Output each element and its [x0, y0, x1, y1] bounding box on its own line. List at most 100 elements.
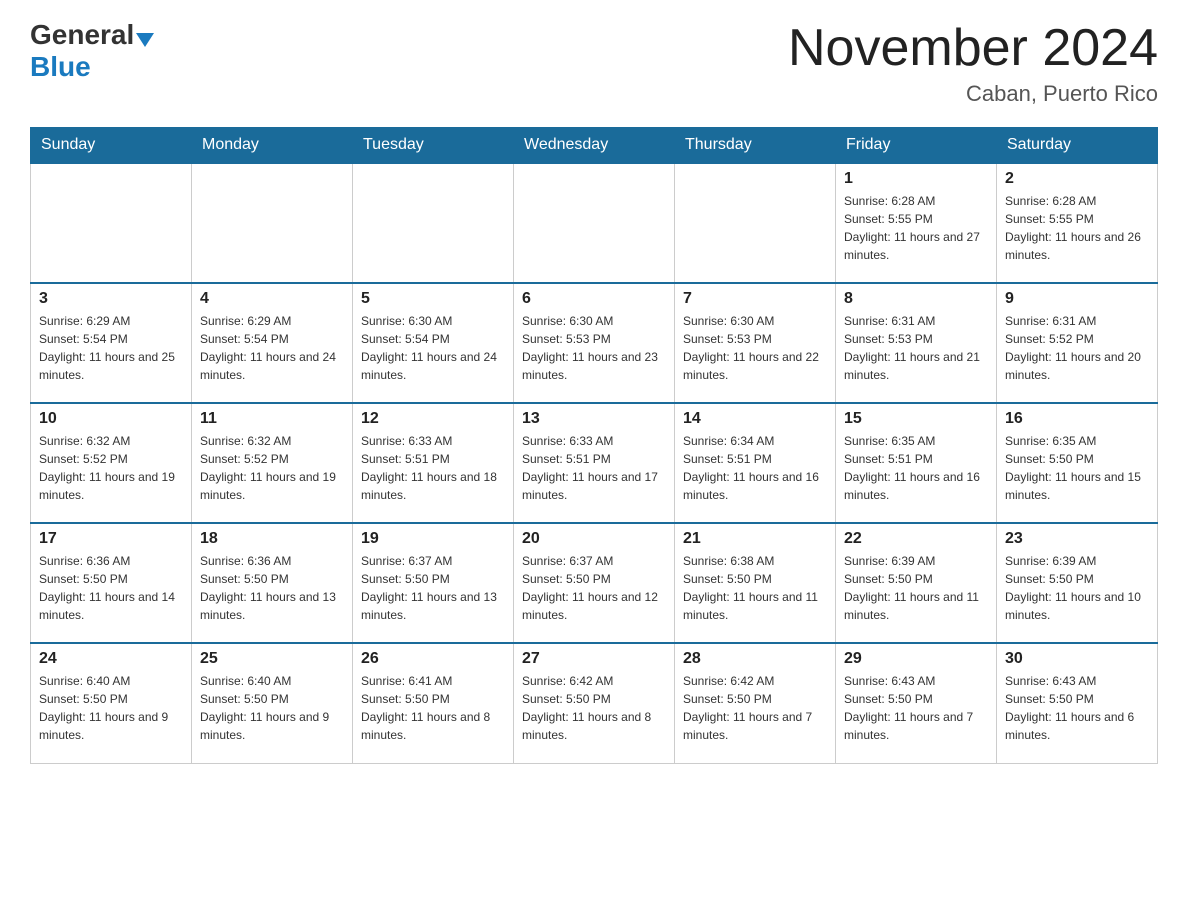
day-number: 27	[522, 650, 666, 668]
calendar-cell: 18 Sunrise: 6:36 AM Sunset: 5:50 PM Dayli…	[192, 523, 353, 643]
day-info: Sunrise: 6:29 AM Sunset: 5:54 PM Dayligh…	[39, 312, 183, 384]
day-info: Sunrise: 6:43 AM Sunset: 5:50 PM Dayligh…	[1005, 672, 1149, 744]
day-info: Sunrise: 6:30 AM Sunset: 5:53 PM Dayligh…	[522, 312, 666, 384]
calendar-cell: 6Sunrise: 6:30 AM Sunset: 5:53 PM Daylig…	[514, 283, 675, 403]
calendar-table: SundayMondayTuesdayWednesdayThursdayFrid…	[30, 127, 1158, 764]
day-number: 15	[844, 410, 988, 428]
day-number: 30	[1005, 650, 1149, 668]
day-number: 28	[683, 650, 827, 668]
logo-general-text: General	[30, 19, 134, 50]
weekday-header-tuesday: Tuesday	[353, 128, 514, 164]
calendar-cell	[192, 163, 353, 283]
day-number: 13	[522, 410, 666, 428]
calendar-cell: 17 Sunrise: 6:36 AM Sunset: 5:50 PM Dayli…	[31, 523, 192, 643]
calendar-cell: 28 Sunrise: 6:42 AM Sunset: 5:50 PM Dayli…	[675, 643, 836, 763]
calendar-cell: 2Sunrise: 6:28 AM Sunset: 5:55 PM Daylig…	[997, 163, 1158, 283]
calendar-cell: 9 Sunrise: 6:31 AM Sunset: 5:52 PM Daylig…	[997, 283, 1158, 403]
day-number: 16	[1005, 410, 1149, 428]
day-info: Sunrise: 6:39 AM Sunset: 5:50 PM Dayligh…	[844, 552, 988, 624]
day-number: 23	[1005, 530, 1149, 548]
day-number: 19	[361, 530, 505, 548]
calendar-cell: 16 Sunrise: 6:35 AM Sunset: 5:50 PM Dayli…	[997, 403, 1158, 523]
calendar-cell: 14Sunrise: 6:34 AM Sunset: 5:51 PM Dayli…	[675, 403, 836, 523]
weekday-header-monday: Monday	[192, 128, 353, 164]
day-info: Sunrise: 6:37 AM Sunset: 5:50 PM Dayligh…	[522, 552, 666, 624]
weekday-header-thursday: Thursday	[675, 128, 836, 164]
calendar-cell	[353, 163, 514, 283]
calendar-cell: 21 Sunrise: 6:38 AM Sunset: 5:50 PM Dayli…	[675, 523, 836, 643]
calendar-cell: 4 Sunrise: 6:29 AM Sunset: 5:54 PM Daylig…	[192, 283, 353, 403]
day-number: 18	[200, 530, 344, 548]
calendar-cell: 7 Sunrise: 6:30 AM Sunset: 5:53 PM Daylig…	[675, 283, 836, 403]
weekday-header-friday: Friday	[836, 128, 997, 164]
calendar-cell: 15 Sunrise: 6:35 AM Sunset: 5:51 PM Dayli…	[836, 403, 997, 523]
day-number: 21	[683, 530, 827, 548]
day-number: 26	[361, 650, 505, 668]
calendar-cell: 10Sunrise: 6:32 AM Sunset: 5:52 PM Dayli…	[31, 403, 192, 523]
day-number: 10	[39, 410, 183, 428]
calendar-cell: 3Sunrise: 6:29 AM Sunset: 5:54 PM Daylig…	[31, 283, 192, 403]
day-info: Sunrise: 6:37 AM Sunset: 5:50 PM Dayligh…	[361, 552, 505, 624]
day-info: Sunrise: 6:33 AM Sunset: 5:51 PM Dayligh…	[361, 432, 505, 504]
day-info: Sunrise: 6:38 AM Sunset: 5:50 PM Dayligh…	[683, 552, 827, 624]
day-info: Sunrise: 6:30 AM Sunset: 5:53 PM Dayligh…	[683, 312, 827, 384]
weekday-header-row: SundayMondayTuesdayWednesdayThursdayFrid…	[31, 128, 1158, 164]
day-info: Sunrise: 6:30 AM Sunset: 5:54 PM Dayligh…	[361, 312, 505, 384]
day-info: Sunrise: 6:43 AM Sunset: 5:50 PM Dayligh…	[844, 672, 988, 744]
page-subtitle: Caban, Puerto Rico	[788, 81, 1158, 107]
day-info: Sunrise: 6:40 AM Sunset: 5:50 PM Dayligh…	[39, 672, 183, 744]
day-number: 7	[683, 290, 827, 308]
day-number: 4	[200, 290, 344, 308]
week-row-2: 3Sunrise: 6:29 AM Sunset: 5:54 PM Daylig…	[31, 283, 1158, 403]
logo: General Blue	[30, 20, 154, 83]
day-info: Sunrise: 6:35 AM Sunset: 5:51 PM Dayligh…	[844, 432, 988, 504]
week-row-3: 10 Sunrise: 6:32 AM Sunset: 5:52 PM Dayli…	[31, 403, 1158, 523]
day-info: Sunrise: 6:28 AM Sunset: 5:55 PM Dayligh…	[844, 192, 988, 264]
calendar-cell: 22Sunrise: 6:39 AM Sunset: 5:50 PM Dayli…	[836, 523, 997, 643]
day-number: 29	[844, 650, 988, 668]
calendar-cell	[31, 163, 192, 283]
day-info: Sunrise: 6:36 AM Sunset: 5:50 PM Dayligh…	[200, 552, 344, 624]
title-area: November 2024 Caban, Puerto Rico	[788, 20, 1158, 107]
day-number: 8	[844, 290, 988, 308]
day-number: 11	[200, 410, 344, 428]
weekday-header-sunday: Sunday	[31, 128, 192, 164]
day-info: Sunrise: 6:31 AM Sunset: 5:52 PM Dayligh…	[1005, 312, 1149, 384]
calendar-cell: 8 Sunrise: 6:31 AM Sunset: 5:53 PM Daylig…	[836, 283, 997, 403]
calendar-cell: 1 Sunrise: 6:28 AM Sunset: 5:55 PM Daylig…	[836, 163, 997, 283]
day-number: 17	[39, 530, 183, 548]
day-info: Sunrise: 6:35 AM Sunset: 5:50 PM Dayligh…	[1005, 432, 1149, 504]
week-row-4: 17 Sunrise: 6:36 AM Sunset: 5:50 PM Dayli…	[31, 523, 1158, 643]
logo-top-line: General	[30, 20, 154, 51]
calendar-cell: 26Sunrise: 6:41 AM Sunset: 5:50 PM Dayli…	[353, 643, 514, 763]
calendar-cell: 29 Sunrise: 6:43 AM Sunset: 5:50 PM Dayli…	[836, 643, 997, 763]
calendar-cell: 27 Sunrise: 6:42 AM Sunset: 5:50 PM Dayli…	[514, 643, 675, 763]
day-info: Sunrise: 6:42 AM Sunset: 5:50 PM Dayligh…	[522, 672, 666, 744]
day-info: Sunrise: 6:36 AM Sunset: 5:50 PM Dayligh…	[39, 552, 183, 624]
day-number: 12	[361, 410, 505, 428]
day-number: 5	[361, 290, 505, 308]
day-info: Sunrise: 6:32 AM Sunset: 5:52 PM Dayligh…	[200, 432, 344, 504]
week-row-1: 1 Sunrise: 6:28 AM Sunset: 5:55 PM Daylig…	[31, 163, 1158, 283]
day-number: 24	[39, 650, 183, 668]
calendar-cell: 19 Sunrise: 6:37 AM Sunset: 5:50 PM Dayli…	[353, 523, 514, 643]
page-title: November 2024	[788, 20, 1158, 77]
calendar-cell: 12 Sunrise: 6:33 AM Sunset: 5:51 PM Dayli…	[353, 403, 514, 523]
day-info: Sunrise: 6:40 AM Sunset: 5:50 PM Dayligh…	[200, 672, 344, 744]
day-number: 1	[844, 170, 988, 188]
day-info: Sunrise: 6:31 AM Sunset: 5:53 PM Dayligh…	[844, 312, 988, 384]
day-number: 25	[200, 650, 344, 668]
day-info: Sunrise: 6:29 AM Sunset: 5:54 PM Dayligh…	[200, 312, 344, 384]
logo-blue-text: Blue	[30, 51, 91, 83]
week-row-5: 24 Sunrise: 6:40 AM Sunset: 5:50 PM Dayli…	[31, 643, 1158, 763]
header: General Blue November 2024 Caban, Puerto…	[30, 20, 1158, 107]
day-info: Sunrise: 6:34 AM Sunset: 5:51 PM Dayligh…	[683, 432, 827, 504]
day-number: 9	[1005, 290, 1149, 308]
calendar-cell	[675, 163, 836, 283]
calendar-cell: 20Sunrise: 6:37 AM Sunset: 5:50 PM Dayli…	[514, 523, 675, 643]
day-info: Sunrise: 6:39 AM Sunset: 5:50 PM Dayligh…	[1005, 552, 1149, 624]
weekday-header-saturday: Saturday	[997, 128, 1158, 164]
calendar-cell: 11 Sunrise: 6:32 AM Sunset: 5:52 PM Dayli…	[192, 403, 353, 523]
day-info: Sunrise: 6:42 AM Sunset: 5:50 PM Dayligh…	[683, 672, 827, 744]
logo-triangle-icon	[136, 33, 154, 47]
